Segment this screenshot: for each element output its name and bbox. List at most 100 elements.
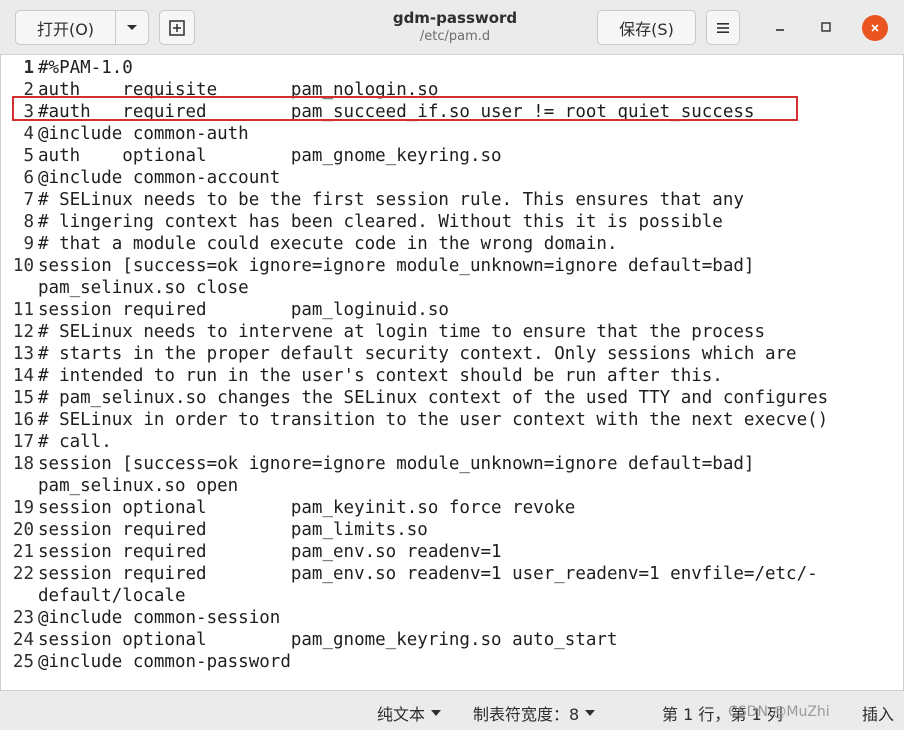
- line-text: session optional pam_gnome_keyring.so au…: [38, 630, 618, 650]
- line-number: 16: [12, 410, 34, 430]
- code-line[interactable]: 25 @include common-password: [1, 651, 904, 673]
- line-text: session required pam_limits.so: [38, 520, 428, 540]
- code-line[interactable]: 23 @include common-session: [1, 607, 904, 629]
- chevron-down-icon: [585, 710, 596, 716]
- code-line[interactable]: 5 auth optional pam_gnome_keyring.so: [1, 145, 904, 167]
- line-text: #%PAM-1.0: [38, 58, 133, 78]
- line-number: 18: [12, 454, 34, 474]
- line-text: session required pam_env.so readenv=1 us…: [38, 564, 818, 584]
- line-text: default/locale: [38, 586, 186, 606]
- code-line[interactable]: 9 # that a module could execute code in t…: [1, 233, 904, 255]
- line-number: 9: [23, 234, 34, 254]
- line-text: @include common-auth: [38, 124, 249, 144]
- line-number: 13: [12, 344, 34, 364]
- code-line[interactable]: pam_selinux.so open: [1, 475, 904, 497]
- line-text: # SELinux needs to be the first session …: [38, 190, 744, 210]
- line-text: # call.: [38, 432, 112, 452]
- language-selector[interactable]: 纯文本: [377, 701, 442, 725]
- window-title: gdm-password /etc/pam.d: [330, 8, 580, 45]
- code-line[interactable]: 19 session optional pam_keyinit.so force …: [1, 497, 904, 519]
- save-label: 保存(S): [619, 19, 674, 39]
- code-line[interactable]: 22 session required pam_env.so readenv=1 …: [1, 563, 904, 585]
- line-number: 24: [12, 630, 34, 650]
- code-line[interactable]: default/locale: [1, 585, 904, 607]
- insert-mode-label: 插入: [862, 705, 895, 724]
- tab-width-label: 制表符宽度：8: [473, 705, 580, 724]
- maximize-icon: [821, 22, 831, 32]
- code-line[interactable]: 18 session [success=ok ignore=ignore modu…: [1, 453, 904, 475]
- open-menu-button[interactable]: [115, 10, 149, 45]
- line-number: 8: [23, 212, 34, 232]
- file-name: gdm-password: [392, 9, 518, 27]
- chevron-down-icon: [127, 24, 137, 30]
- line-number: 14: [12, 366, 34, 386]
- line-number: 23: [12, 608, 34, 628]
- chevron-down-icon: [431, 710, 442, 716]
- open-label: 打开(O): [36, 19, 95, 39]
- line-number: 6: [23, 168, 34, 188]
- code-line[interactable]: 12 # SELinux needs to intervene at login …: [1, 321, 904, 343]
- code-line[interactable]: 4 @include common-auth: [1, 123, 904, 145]
- line-number: 22: [12, 564, 34, 584]
- minimize-icon: [776, 29, 784, 31]
- language-label: 纯文本: [377, 705, 426, 724]
- code-line[interactable]: 16 # SELinux in order to transition to th…: [1, 409, 904, 431]
- line-number: 21: [12, 542, 34, 562]
- code-line[interactable]: 15 # pam_selinux.so changes the SELinux c…: [1, 387, 904, 409]
- code-line[interactable]: 10 session [success=ok ignore=ignore modu…: [1, 255, 904, 277]
- close-button[interactable]: [862, 15, 888, 41]
- line-text: session required pam_loginuid.so: [38, 300, 449, 320]
- hamburger-icon: [717, 22, 729, 33]
- maximize-button[interactable]: [813, 14, 839, 40]
- line-text: auth optional pam_gnome_keyring.so: [38, 146, 502, 166]
- close-icon: [871, 24, 879, 32]
- line-text: # intended to run in the user's context …: [38, 366, 723, 386]
- insert-mode[interactable]: 插入: [862, 701, 894, 725]
- new-document-button[interactable]: [159, 10, 195, 45]
- code-line[interactable]: pam_selinux.so close: [1, 277, 904, 299]
- line-text: pam_selinux.so close: [38, 278, 249, 298]
- code-line[interactable]: 21 session required pam_env.so readenv=1: [1, 541, 904, 563]
- code-line[interactable]: 13 # starts in the proper default securit…: [1, 343, 904, 365]
- code-line[interactable]: 17 # call.: [1, 431, 904, 453]
- menu-button[interactable]: [706, 10, 740, 45]
- code-line[interactable]: 1 #%PAM-1.0: [1, 57, 904, 79]
- text-editor[interactable]: 1 #%PAM-1.0 2 auth requisite pam_nologin.so…: [0, 55, 904, 690]
- line-number: 7: [23, 190, 34, 210]
- line-number: 25: [12, 652, 34, 672]
- file-path: /etc/pam.d: [419, 29, 491, 44]
- code-line[interactable]: 20 session required pam_limits.so: [1, 519, 904, 541]
- open-button[interactable]: 打开(O): [15, 10, 116, 45]
- code-line[interactable]: 14 # intended to run in the user's contex…: [1, 365, 904, 387]
- minimize-button[interactable]: [767, 14, 793, 40]
- line-number: 19: [12, 498, 34, 518]
- code-line[interactable]: 8 # lingering context has been cleared. W…: [1, 211, 904, 233]
- line-number: 20: [12, 520, 34, 540]
- line-text: @include common-account: [38, 168, 281, 188]
- new-document-icon: [169, 19, 185, 36]
- tab-width-selector[interactable]: 制表符宽度：8: [473, 701, 596, 725]
- header-bar: 打开(O) gdm-password /etc/pam.d 保存(S): [0, 0, 904, 55]
- save-button[interactable]: 保存(S): [597, 10, 696, 45]
- status-bar: 纯文本 制表符宽度：8 第 1 行，第 1 列 插入 CSDN @MuZhi: [0, 690, 904, 730]
- line-text: @include common-session: [38, 608, 281, 628]
- line-text: # SELinux in order to transition to the …: [38, 410, 829, 430]
- line-text: @include common-password: [38, 652, 291, 672]
- line-number: 5: [23, 146, 34, 166]
- code-line[interactable]: 11 session required pam_loginuid.so: [1, 299, 904, 321]
- watermark: CSDN @MuZhi: [728, 704, 830, 720]
- line-number: 12: [12, 322, 34, 342]
- line-text: pam_selinux.so open: [38, 476, 239, 496]
- line-number: 11: [12, 300, 34, 320]
- code-line[interactable]: 24 session optional pam_gnome_keyring.so …: [1, 629, 904, 651]
- line-number: 4: [23, 124, 34, 144]
- line-text: # starts in the proper default security …: [38, 344, 797, 364]
- line-text: # SELinux needs to intervene at login ti…: [38, 322, 765, 342]
- line-text: session optional pam_keyinit.so force re…: [38, 498, 576, 518]
- line-text: session [success=ok ignore=ignore module…: [38, 256, 755, 276]
- line-number: 15: [12, 388, 34, 408]
- code-line[interactable]: 7 # SELinux needs to be the first session…: [1, 189, 904, 211]
- line-text: # that a module could execute code in th…: [38, 234, 618, 254]
- code-line[interactable]: 6 @include common-account: [1, 167, 904, 189]
- line-number: 1: [23, 58, 34, 78]
